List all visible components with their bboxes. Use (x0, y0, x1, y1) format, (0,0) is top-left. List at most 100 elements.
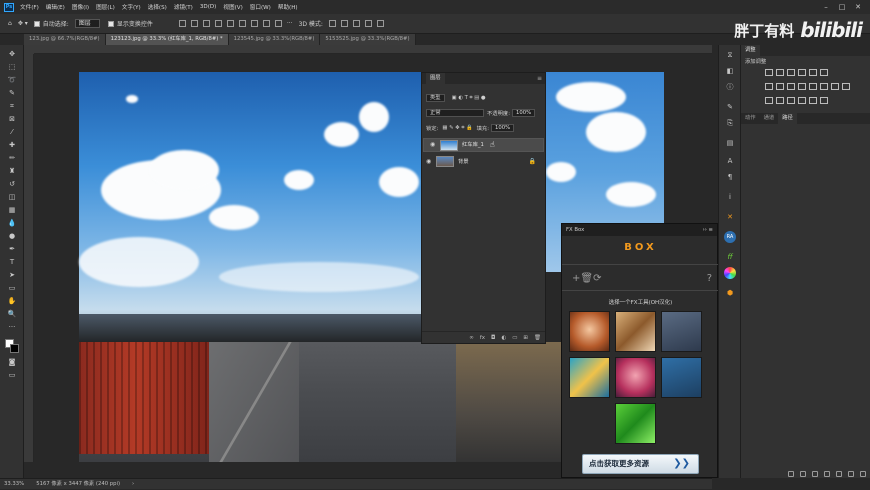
distribute-h-icon[interactable] (262, 20, 270, 27)
zoom-tool-icon[interactable]: 🔍 (6, 309, 18, 319)
filter-kind-dropdown[interactable]: 类型 (426, 94, 445, 102)
align-right-icon[interactable] (202, 20, 210, 27)
tab-doc-123[interactable]: 123.jpg @ 66.7%(RGB/8#) (24, 34, 106, 45)
move-tool-icon[interactable]: ✥ (6, 49, 18, 59)
align-center-icon[interactable] (190, 20, 198, 27)
blur-tool-icon[interactable]: 💧 (6, 218, 18, 228)
panel-collapse-icon[interactable]: ›› ≡ (703, 227, 713, 233)
fx-tile-3d-box-teal[interactable] (661, 357, 702, 398)
menu-view[interactable]: 视图(V) (223, 3, 242, 11)
menu-edit[interactable]: 编辑(E) (46, 3, 65, 11)
trash-icon[interactable]: 🗑 (534, 335, 541, 341)
make-path-icon[interactable] (824, 471, 830, 477)
panel-menu-icon[interactable]: ≡ (537, 75, 542, 82)
properties-icon[interactable]: ▤ (724, 137, 736, 149)
add-icon[interactable]: + (572, 273, 580, 284)
fx-tile-3d-box-green[interactable] (615, 403, 656, 444)
fx-tile-portrait-warm[interactable] (569, 311, 610, 352)
align-left-icon[interactable] (178, 20, 186, 27)
menu-type[interactable]: 文字(Y) (122, 3, 141, 11)
folder-icon[interactable]: ▭ (512, 335, 517, 341)
crop-tool-icon[interactable]: ⌗ (6, 101, 18, 111)
ra-plugin-icon[interactable]: RA (724, 231, 736, 243)
align-bottom-icon[interactable] (238, 20, 246, 27)
quick-mask-icon[interactable]: ◙ (6, 357, 18, 367)
fx-tile-portrait-pink[interactable] (615, 357, 656, 398)
mask-icon[interactable]: ◘ (491, 335, 495, 341)
layer-row-background[interactable]: ◉ 背景 🔒 (423, 154, 544, 168)
fx-tile-sunglasses-pop[interactable] (569, 357, 610, 398)
fill-path-icon[interactable] (788, 471, 794, 477)
help-icon[interactable]: ? (707, 273, 712, 284)
tab-paths[interactable]: 路径 (778, 113, 797, 124)
stroke-path-icon[interactable] (800, 471, 806, 477)
layer-name[interactable]: 背景 (458, 157, 469, 165)
distribute-v-icon[interactable] (274, 20, 282, 27)
fx-box-icon[interactable]: ✕ (724, 211, 736, 223)
tab-doc-5153525[interactable]: 5153525.jpg @ 33.3%(RGB/8#) (320, 34, 416, 45)
dodge-tool-icon[interactable]: ● (6, 231, 18, 241)
adjust-icons-row2[interactable] (765, 83, 853, 90)
new-path-icon[interactable] (848, 471, 854, 477)
ruler-vertical[interactable] (24, 54, 34, 462)
align-middle-icon[interactable] (226, 20, 234, 27)
fx-tile-3d-box[interactable] (661, 311, 702, 352)
shape-tool-icon[interactable]: ▭ (6, 283, 18, 293)
menu-layer[interactable]: 图层(L) (96, 3, 115, 11)
refresh-icon[interactable]: ⟳ (593, 273, 601, 284)
minimize-button[interactable]: – (818, 3, 834, 11)
ruler-horizontal[interactable] (34, 45, 712, 54)
character-icon[interactable]: A (724, 155, 736, 167)
box-plugin-icon[interactable]: ⬢ (724, 287, 736, 299)
lock-icons[interactable]: ▦ ✎ ✥ ⌗ 🔒 (442, 125, 472, 132)
menu-window[interactable]: 窗口(W) (250, 3, 271, 11)
tab-actions[interactable]: 动作 (741, 113, 760, 124)
close-button[interactable]: ✕ (850, 3, 866, 11)
3d-pan-icon[interactable] (352, 20, 360, 27)
tab-adjustments[interactable]: 调整 (741, 45, 760, 56)
blend-mode-dropdown[interactable]: 正常 (426, 109, 484, 117)
healing-tool-icon[interactable]: ✚ (6, 140, 18, 150)
new-layer-icon[interactable]: ⊞ (523, 335, 528, 341)
adjust-icons-row3[interactable] (765, 97, 831, 104)
fx-tile-wolf-lowpoly[interactable] (615, 311, 656, 352)
color-icon[interactable]: ◧ (724, 65, 736, 77)
fx-icon[interactable]: fx (480, 335, 485, 341)
get-more-resources-button[interactable]: 点击获取更多资源 ❯❯ (582, 454, 699, 474)
eye-icon[interactable]: ◉ (426, 158, 434, 165)
glyphs-icon[interactable]: ⅰ (724, 191, 736, 203)
auto-select-dropdown[interactable]: 图层 (74, 19, 100, 28)
type-tool-icon[interactable]: T (6, 257, 18, 267)
menu-file[interactable]: 文件(F) (20, 3, 39, 11)
more-options-icon[interactable]: ··· (287, 20, 293, 27)
show-transform-checkbox[interactable] (107, 20, 114, 27)
filter-icons[interactable]: ▣ ◐ T ⌗ ▤ ● (452, 95, 486, 102)
eraser-tool-icon[interactable]: ◫ (6, 192, 18, 202)
trash-icon[interactable]: 🗑 (580, 273, 593, 284)
history-brush-tool-icon[interactable]: ↺ (6, 179, 18, 189)
load-selection-icon[interactable] (812, 471, 818, 477)
screen-mode-icon[interactable]: ▭ (6, 370, 18, 380)
hand-tool-icon[interactable]: ✋ (6, 296, 18, 306)
layers-tab[interactable]: 图层 (426, 73, 445, 84)
ff-plugin-icon[interactable]: ff (724, 251, 736, 263)
zoom-level[interactable]: 33.33% (4, 479, 24, 489)
3d-slide-icon[interactable] (364, 20, 372, 27)
quick-select-tool-icon[interactable]: ✎ (6, 88, 18, 98)
menu-select[interactable]: 选择(S) (148, 3, 167, 11)
history-icon[interactable]: ⧖ (724, 49, 736, 61)
home-icon[interactable]: ⌂ (8, 20, 12, 27)
menu-image[interactable]: 图像(I) (72, 3, 89, 11)
tab-channels[interactable]: 通道 (760, 113, 779, 124)
background-color-swatch[interactable] (10, 344, 19, 353)
trash-icon[interactable] (860, 471, 866, 477)
more-tools-icon[interactable]: ··· (6, 322, 18, 332)
adjust-icons-row1[interactable] (765, 69, 831, 76)
3d-roll-icon[interactable] (340, 20, 348, 27)
paragraph-icon[interactable]: ¶ (724, 171, 736, 183)
layer-name[interactable]: 红车库_1 (462, 141, 484, 149)
marquee-tool-icon[interactable]: ⬚ (6, 62, 18, 72)
clone-source-icon[interactable]: ⎘ (724, 117, 736, 129)
3d-orbit-icon[interactable] (328, 20, 336, 27)
expand-icon[interactable]: › (132, 479, 134, 489)
